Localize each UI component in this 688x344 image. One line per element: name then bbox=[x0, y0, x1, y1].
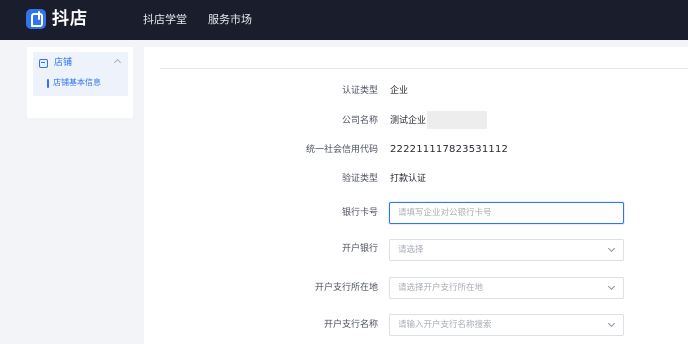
chevron-down-icon[interactable] bbox=[607, 319, 616, 328]
sidebar-group-store: 店铺 店铺基本信息 bbox=[33, 52, 128, 96]
branch-location-select[interactable]: 请选择开户支行所在地 bbox=[389, 277, 624, 299]
main-content: 认证类型 企业 公司名称 测试企业 统一社会信用代码 2222111178235… bbox=[144, 47, 688, 344]
top-navigation-bar: 抖店 抖店学堂 服务市场 bbox=[0, 0, 688, 40]
active-indicator bbox=[47, 78, 49, 88]
field-label-verify-type: 验证类型 bbox=[341, 174, 378, 184]
chevron-down-icon[interactable] bbox=[607, 282, 616, 291]
redaction-block bbox=[427, 111, 487, 129]
nav-item-service-market[interactable]: 服务市场 bbox=[208, 13, 252, 27]
sidebar: 店铺 店铺基本信息 bbox=[27, 47, 133, 118]
sidebar-group-header[interactable]: 店铺 bbox=[39, 58, 72, 69]
logo-icon bbox=[26, 9, 46, 29]
branch-location-placeholder: 请选择开户支行所在地 bbox=[398, 283, 484, 293]
bank-card-placeholder: 请填写企业对公银行卡号 bbox=[398, 208, 492, 218]
field-label-bank-card: 银行卡号 bbox=[341, 208, 378, 218]
sidebar-item-label: 店铺基本信息 bbox=[53, 78, 101, 87]
field-label-credit-code: 统一社会信用代码 bbox=[305, 145, 378, 155]
nav-item-school[interactable]: 抖店学堂 bbox=[143, 13, 187, 27]
bank-select[interactable]: 请选择 bbox=[389, 239, 624, 261]
branch-name-placeholder: 请输入开户支行名称搜索 bbox=[398, 320, 492, 330]
store-icon bbox=[39, 59, 48, 68]
verify-type-value: 打款认证 bbox=[390, 174, 427, 184]
field-label-branch-location: 开户支行所在地 bbox=[314, 283, 378, 293]
cert-type-value: 企业 bbox=[390, 86, 409, 96]
sidebar-item-store-info[interactable]: 店铺基本信息 bbox=[47, 78, 101, 88]
credit-code-value: 222211117823531112 bbox=[390, 144, 509, 155]
field-label-cert-type: 认证类型 bbox=[341, 86, 378, 96]
chevron-down-icon[interactable] bbox=[607, 244, 616, 253]
bank-select-placeholder: 请选择 bbox=[398, 245, 424, 255]
logo-text: 抖店 bbox=[52, 9, 88, 29]
logo[interactable]: 抖店 bbox=[26, 8, 88, 30]
bank-card-input[interactable]: 请填写企业对公银行卡号 bbox=[389, 202, 624, 224]
field-label-company-name: 公司名称 bbox=[341, 116, 378, 126]
company-name-value: 测试企业 bbox=[390, 116, 427, 126]
section-divider bbox=[160, 68, 688, 69]
chevron-up-icon[interactable] bbox=[113, 58, 122, 67]
sidebar-group-label: 店铺 bbox=[54, 58, 73, 68]
field-label-branch-name: 开户支行名称 bbox=[323, 320, 378, 330]
branch-name-search[interactable]: 请输入开户支行名称搜索 bbox=[389, 314, 624, 336]
field-label-bank: 开户银行 bbox=[341, 244, 378, 254]
